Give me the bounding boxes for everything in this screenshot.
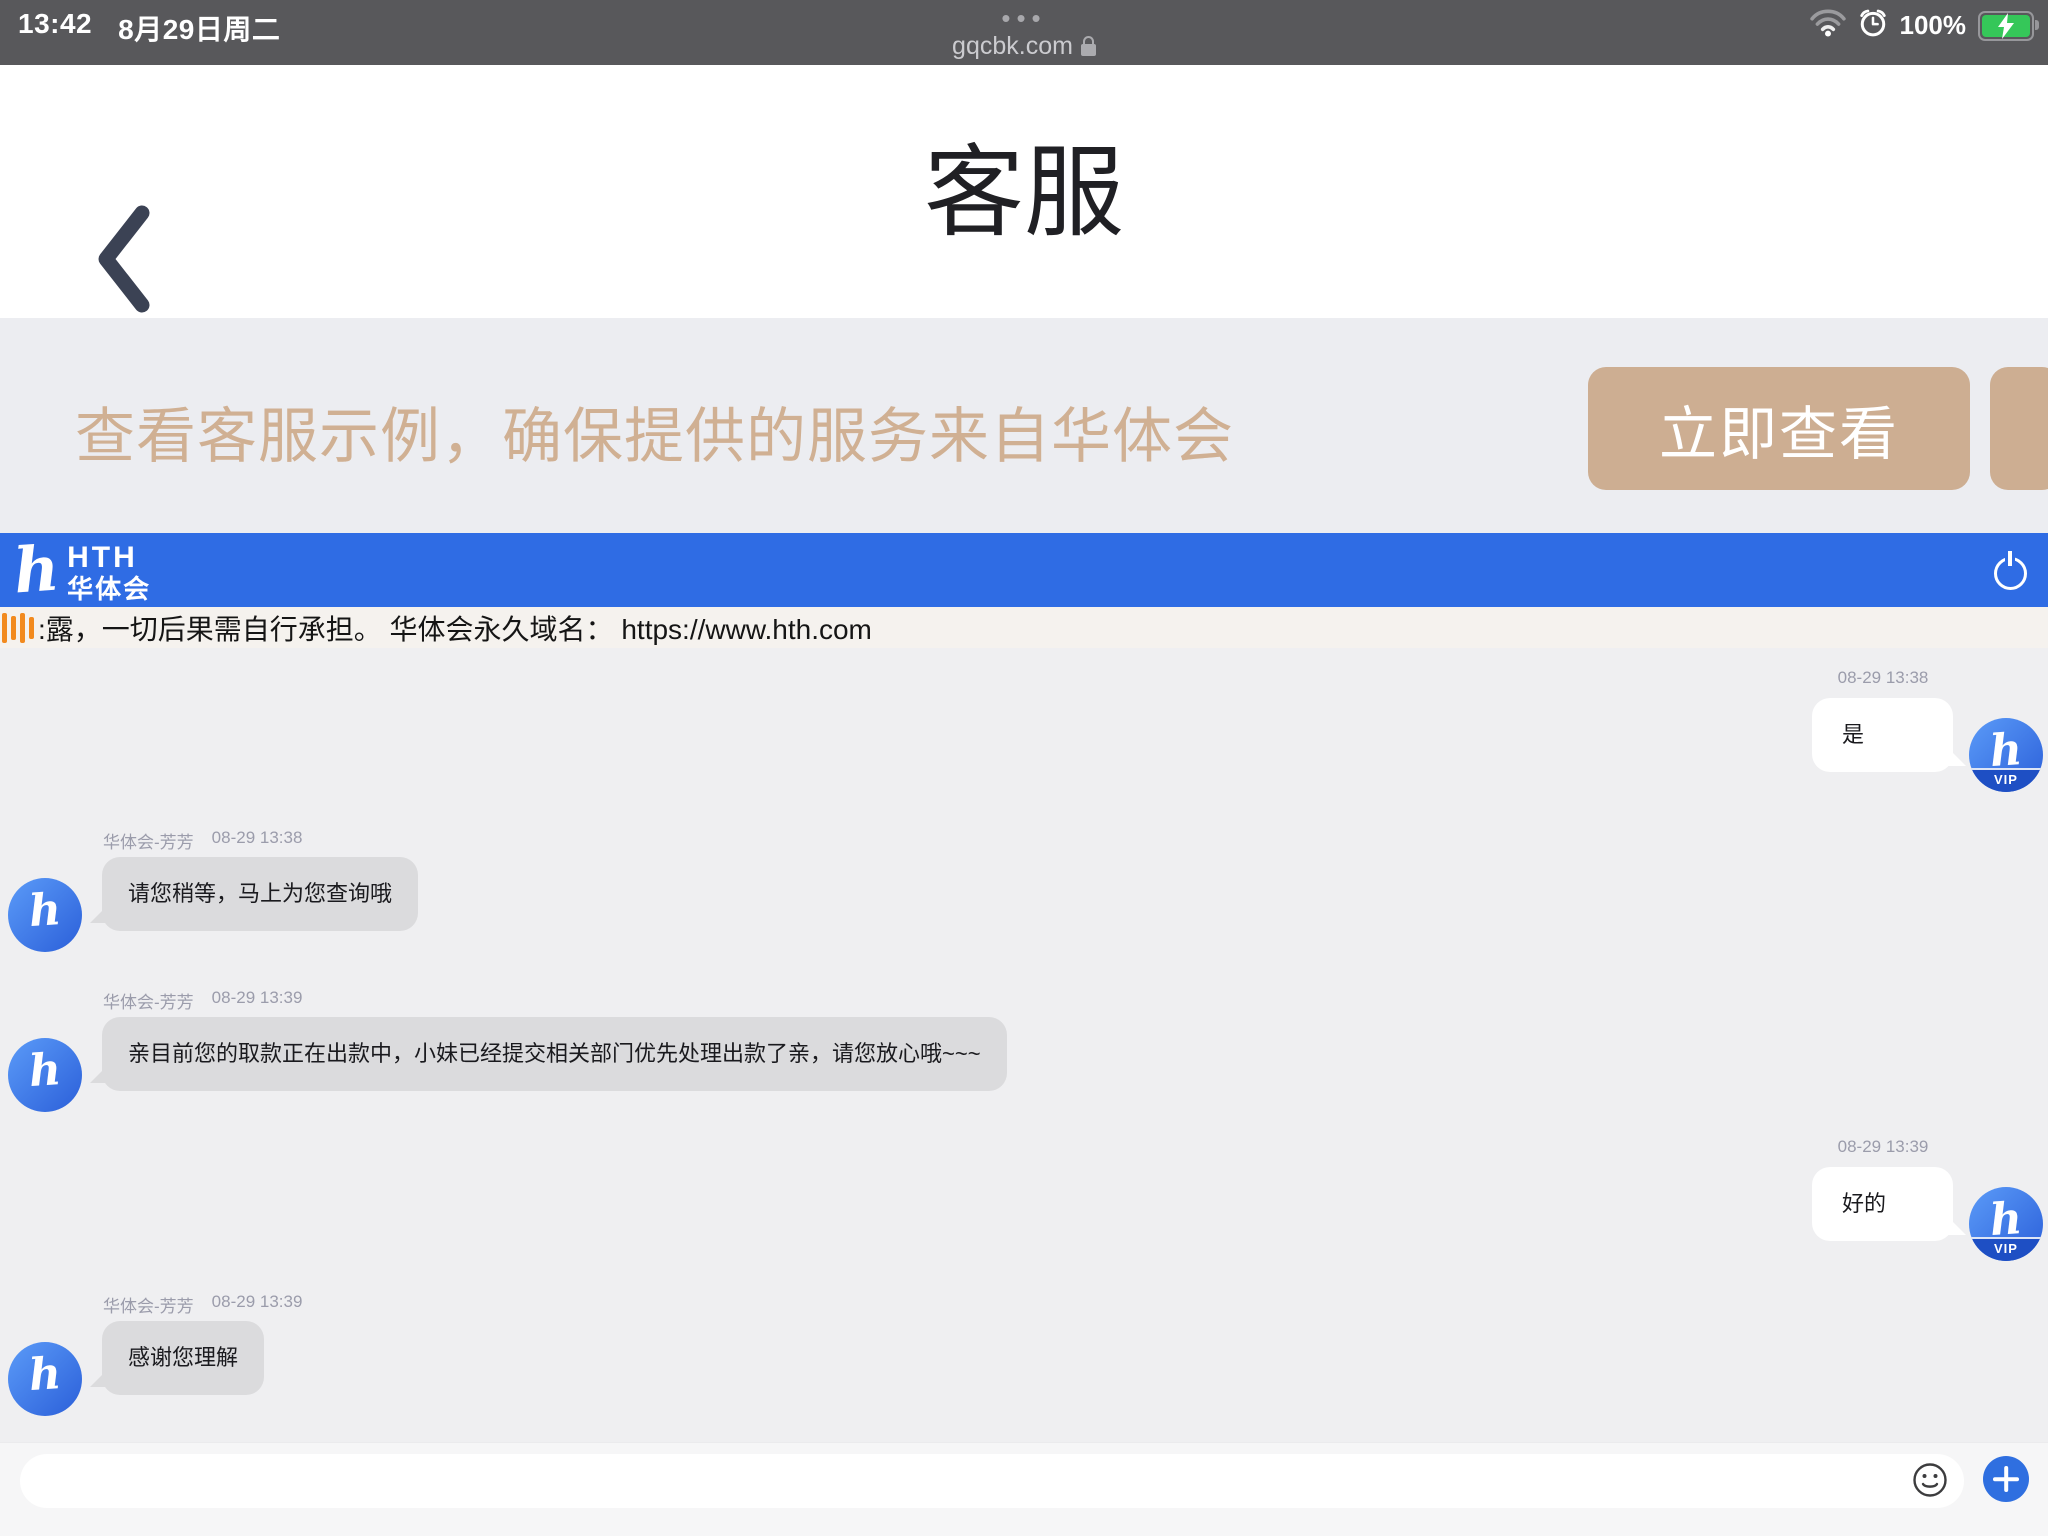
message-group: 08-29 13:39 好的 h VIP — [0, 1137, 2048, 1257]
emoji-button[interactable] — [1908, 1459, 1952, 1503]
avatar-h-icon: h — [8, 1043, 82, 1098]
bubble-tail — [1946, 1215, 1966, 1235]
bubble-tail — [90, 903, 110, 923]
message-timestamp: 08-29 13:39 — [1763, 1137, 2003, 1157]
logo-name-en: HTH — [67, 543, 151, 573]
message-text: 好的 — [1842, 1191, 1886, 1216]
power-icon — [1994, 557, 2027, 590]
status-bar: 13:42 8月29日周二 ••• gqcbk.com — [0, 0, 2048, 65]
notice-bar: :露，一切后果需自行承担。 华体会永久域名： https://www.hth.c… — [0, 607, 2048, 648]
logo-name-cn: 华体会 — [67, 576, 151, 602]
message-text: 感谢您理解 — [128, 1345, 238, 1370]
agent-avatar: h — [8, 1038, 82, 1112]
message-group: 08-29 13:38 是 h VIP — [0, 668, 2048, 794]
message-group: 华体会-芳芳 08-29 13:39 亲目前您的取款正在出款中，小妹已经提交相关… — [0, 988, 2048, 1113]
message-input[interactable] — [20, 1454, 1964, 1508]
message-text: 是 — [1842, 722, 1864, 747]
add-button[interactable] — [1983, 1456, 2029, 1502]
message-bubble: 请您稍等，马上为您查询哦 — [102, 857, 418, 931]
page-title: 客服 — [0, 123, 2048, 263]
message-bubble: 好的 — [1812, 1167, 1953, 1241]
sender-name: 华体会-芳芳 — [103, 828, 194, 853]
agent-avatar: h — [8, 1342, 82, 1416]
message-text: 亲目前您的取款正在出款中，小妹已经提交相关部门优先处理出款了亲，请您放心哦~~~ — [128, 1041, 981, 1066]
message-timestamp: 08-29 13:38 — [1763, 668, 2003, 688]
avatar-h-icon: h — [8, 1347, 82, 1402]
vip-badge: VIP — [1969, 768, 2043, 792]
avatar-h-icon: h — [8, 883, 82, 938]
lock-icon — [1081, 44, 1096, 56]
page-header: 客服 — [0, 65, 2048, 318]
hth-logo: h HTH 华体会 — [14, 535, 151, 605]
chat-area: 08-29 13:38 是 h VIP 华体会-芳芳 08-29 13:38 请… — [0, 648, 2048, 1442]
banner-message: 查看客服示例，确保提供的服务来自华体会 — [75, 388, 1234, 475]
bubble-tail — [1946, 746, 1966, 766]
bubble-tail — [90, 1063, 110, 1083]
view-now-button[interactable]: 立即查看 — [1588, 367, 1970, 490]
url-text: gqcbk.com — [952, 32, 1073, 61]
bubble-tail — [90, 1367, 110, 1387]
power-button[interactable] — [1990, 552, 2030, 592]
message-bubble: 亲目前您的取款正在出款中，小妹已经提交相关部门优先处理出款了亲，请您放心哦~~~ — [102, 1017, 1007, 1091]
user-avatar: h VIP — [1969, 1187, 2043, 1261]
wifi-icon — [1810, 9, 1846, 42]
sender-name: 华体会-芳芳 — [103, 1292, 194, 1317]
tab-dots-icon: ••• — [0, 8, 2048, 28]
logo-h-icon: h — [12, 534, 62, 607]
screen: 13:42 8月29日周二 ••• gqcbk.com — [0, 0, 2048, 1536]
message-timestamp: 08-29 13:39 — [212, 988, 303, 1013]
sender-name: 华体会-芳芳 — [103, 988, 194, 1013]
message-group: 华体会-芳芳 08-29 13:38 请您稍等，马上为您查询哦 h — [0, 828, 2048, 951]
battery-charging-icon — [1978, 11, 2034, 41]
announcement-icon — [2, 613, 34, 643]
composer-bar — [0, 1442, 2048, 1536]
message-group: 华体会-芳芳 08-29 13:39 感谢您理解 h — [0, 1292, 2048, 1418]
message-bubble: 感谢您理解 — [102, 1321, 264, 1395]
vip-badge: VIP — [1969, 1237, 2043, 1261]
message-timestamp: 08-29 13:39 — [212, 1292, 303, 1317]
brand-bar: h HTH 华体会 — [0, 533, 2048, 607]
user-avatar: h VIP — [1969, 718, 2043, 792]
smiley-icon — [1911, 1487, 1949, 1502]
message-timestamp: 08-29 13:38 — [212, 828, 303, 853]
notice-text: :露，一切后果需自行承担。 华体会永久域名： https://www.hth.c… — [38, 608, 872, 648]
message-text: 请您稍等，马上为您查询哦 — [128, 881, 392, 906]
battery-percent: 100% — [1900, 10, 1967, 41]
promo-banner: 查看客服示例，确保提供的服务来自华体会 立即查看 — [0, 318, 2048, 533]
view-now-button-partial[interactable] — [1990, 367, 2048, 490]
agent-avatar: h — [8, 878, 82, 952]
alarm-icon — [1858, 8, 1888, 43]
message-bubble: 是 — [1812, 698, 1953, 772]
